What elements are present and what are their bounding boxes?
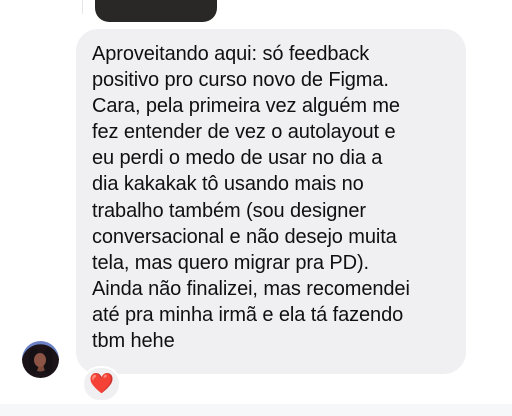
previous-image-message[interactable] (95, 0, 217, 22)
message-text: Aproveitando aqui: só feedback positivo … (92, 43, 410, 353)
chat-screen: Aproveitando aqui: só feedback positivo … (0, 0, 512, 416)
avatar[interactable] (22, 341, 59, 378)
heart-icon: ❤️ (89, 373, 114, 395)
bottom-strip (0, 404, 512, 416)
heart-reaction[interactable]: ❤️ (82, 366, 121, 402)
top-divider (0, 0, 83, 14)
message-bubble[interactable]: Aproveitando aqui: só feedback positivo … (76, 29, 466, 374)
avatar-face-icon (34, 353, 46, 367)
